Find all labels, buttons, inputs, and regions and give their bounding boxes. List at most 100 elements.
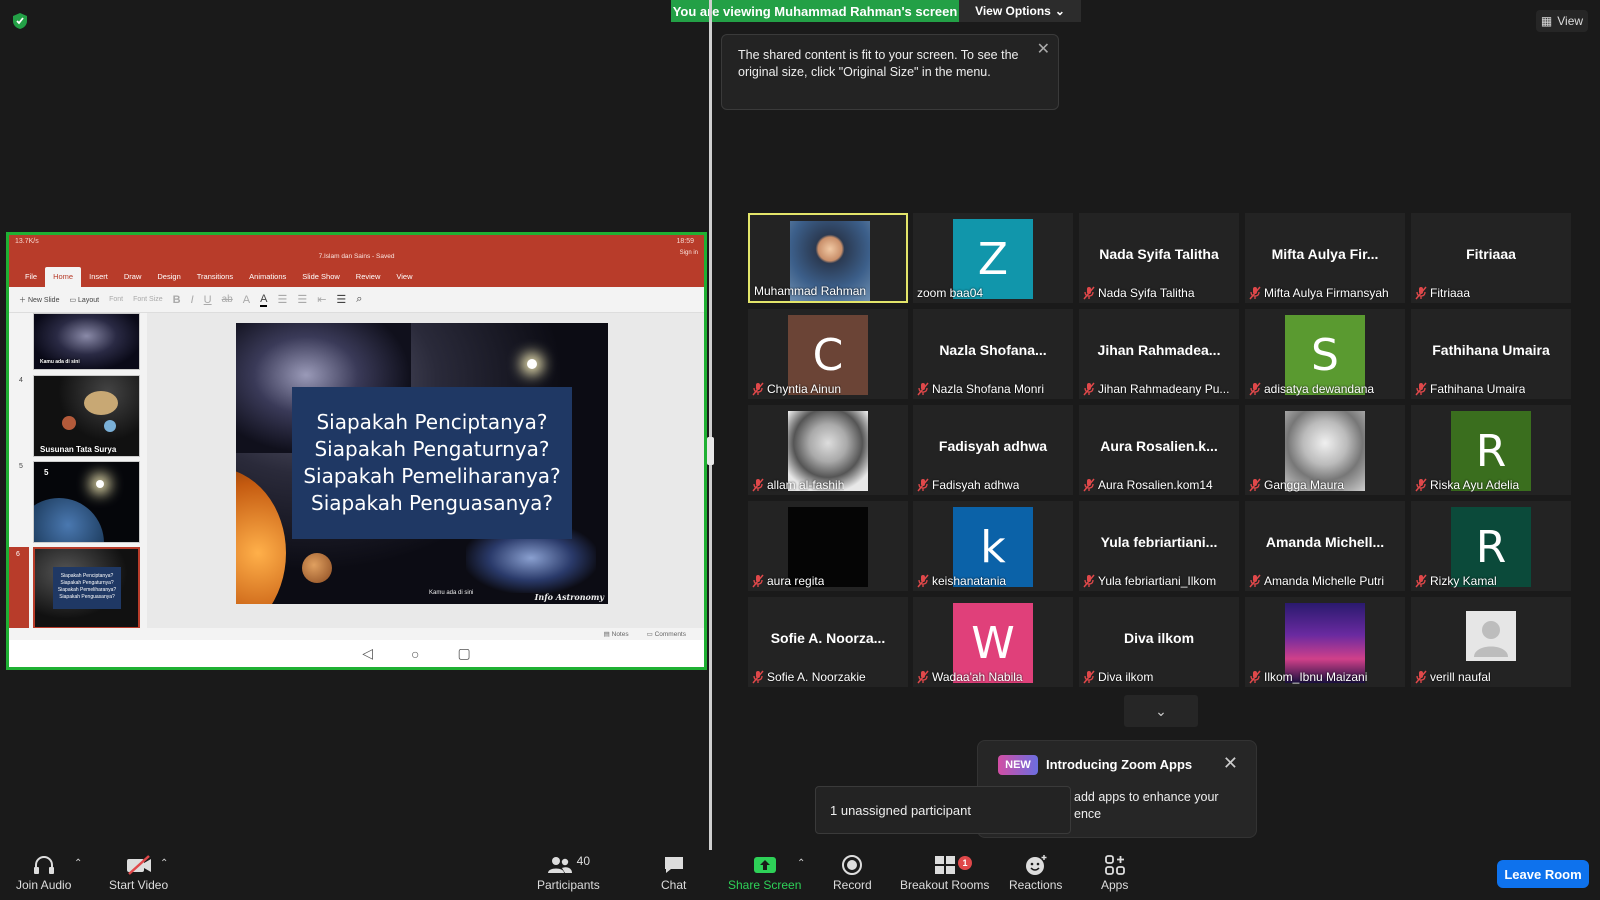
close-icon[interactable]: ✕ [1037, 41, 1050, 58]
participant-name: keishanatania [932, 574, 1007, 588]
participant-tile[interactable]: Nazla Shofana... Nazla Shofana Monri [913, 309, 1073, 399]
participant-name-label: Diva ilkom [1083, 670, 1153, 684]
participant-tile[interactable]: aura regita [748, 501, 908, 591]
participant-name: Nada Syifa Talitha [1098, 286, 1195, 300]
participant-tile[interactable]: verill naufal [1411, 597, 1571, 687]
participant-tile[interactable]: Fitriaaa Fitriaaa [1411, 213, 1571, 303]
reactions-button[interactable]: Reactions [1009, 852, 1062, 892]
default-avatar-icon [1466, 611, 1516, 661]
muted-microphone-icon [1415, 574, 1427, 588]
breakout-rooms-button[interactable]: Breakout Rooms [900, 852, 989, 892]
participant-name-label: Ilkom_Ibnu Maizani [1249, 670, 1367, 684]
thumbnail-caption: Susunan Tata Surya [40, 445, 117, 454]
chevron-up-icon[interactable]: ⌃ [74, 858, 82, 869]
participant-name: verill naufal [1430, 670, 1491, 684]
shield-icon[interactable] [12, 12, 28, 30]
muted-microphone-icon [752, 382, 764, 396]
participant-display-name: Fitriaaa [1466, 246, 1516, 262]
thumbnail-number: 6 [16, 551, 20, 558]
bold-icon: B [172, 293, 181, 306]
muted-microphone-icon [1249, 286, 1261, 300]
tab-transitions: Transitions [196, 272, 234, 281]
notes-label: Notes [611, 631, 629, 638]
next-page-button[interactable]: ⌄ [1124, 695, 1198, 727]
participant-name: Wadaa'ah Nabila [932, 670, 1023, 684]
participant-name: allam al-fashih [767, 478, 845, 492]
participant-display-name: Yula febriartiani... [1100, 534, 1218, 550]
participant-tile[interactable]: Sadisatya dewandana [1245, 309, 1405, 399]
muted-microphone-icon [752, 574, 764, 588]
participant-tile[interactable]: allam al-fashih [748, 405, 908, 495]
apps-popup-description: add apps to enhance your ence [1074, 789, 1219, 823]
chat-button[interactable]: Chat [661, 852, 686, 892]
slide-thumbnail: 5 [33, 461, 140, 543]
tab-slide-show: Slide Show [302, 272, 340, 281]
close-icon[interactable]: ✕ [1223, 753, 1238, 774]
participant-name-label: Muhammad Rahman [754, 284, 866, 298]
participant-name-label: Sofie A. Noorzakie [752, 670, 866, 684]
chevron-down-icon: ⌄ [1155, 702, 1167, 719]
leave-room-button[interactable]: Leave Room [1497, 860, 1589, 888]
record-button[interactable]: Record [833, 852, 872, 892]
participant-tile[interactable]: Fadisyah adhwa Fadisyah adhwa [913, 405, 1073, 495]
bullets-icon: ☰ [277, 294, 288, 306]
participant-name: Gangga Maura [1264, 478, 1345, 492]
participant-name: Yula febriartiani_Ilkom [1098, 574, 1217, 588]
join-audio-button[interactable]: Join Audio [16, 852, 71, 892]
participants-button[interactable]: 40 Participants [537, 852, 600, 892]
participant-tile[interactable]: Mifta Aulya Fir... Mifta Aulya Firmansyah [1245, 213, 1405, 303]
participant-name: Fathihana Umaira [1430, 382, 1526, 396]
view-options-label: View Options [975, 4, 1051, 18]
participant-tile[interactable]: Zzoom baa04 [913, 213, 1073, 303]
participant-tile[interactable]: Aura Rosalien.k... Aura Rosalien.kom14 [1079, 405, 1239, 495]
participant-tile[interactable]: Muhammad Rahman [748, 213, 908, 303]
participant-tile[interactable]: Yula febriartiani... Yula febriartiani_Il… [1079, 501, 1239, 591]
video-off-icon [125, 852, 153, 878]
participant-tile[interactable]: Fathihana Umaira Fathihana Umaira [1411, 309, 1571, 399]
muted-microphone-icon [1415, 670, 1427, 684]
phone-nav-bar: ◁ ○ ▢ [9, 640, 704, 667]
share-screen-button[interactable]: Share Screen [728, 852, 801, 892]
participant-tile[interactable]: R Rizky Kamal [1411, 501, 1571, 591]
participant-name-label: Riska Ayu Adelia [1415, 478, 1519, 492]
participant-tile[interactable]: Ilkom_Ibnu Maizani [1245, 597, 1405, 687]
thumbnail-number: 5 [19, 463, 23, 470]
apps-label: Apps [1101, 878, 1129, 892]
chat-icon [663, 852, 685, 878]
numbering-icon: ☰ [297, 294, 308, 306]
participant-tile[interactable]: Jihan Rahmadea... Jihan Rahmadeany Pu... [1079, 309, 1239, 399]
participant-tile[interactable]: C Chyntia Ainun [748, 309, 908, 399]
participant-name: aura regita [767, 574, 825, 588]
participant-tile[interactable]: W Wadaa'ah Nabila [913, 597, 1073, 687]
slide-line: Siapakah Penguasanya? [311, 491, 553, 515]
comments-button: ▭ Comments [646, 631, 686, 638]
view-options-button[interactable]: View Options ⌄ [959, 0, 1081, 22]
chevron-up-icon[interactable]: ⌃ [797, 858, 805, 869]
participant-tile[interactable]: Diva ilkom Diva ilkom [1079, 597, 1239, 687]
participant-display-name: Nada Syifa Talitha [1099, 246, 1219, 262]
participant-tile[interactable]: Nada Syifa Talitha Nada Syifa Talitha [1079, 213, 1239, 303]
participant-tile[interactable]: k keishanatania [913, 501, 1073, 591]
participant-name: Mifta Aulya Firmansyah [1264, 286, 1389, 300]
chevron-down-icon: ⌄ [1054, 4, 1065, 18]
divider-handle[interactable] [707, 437, 714, 465]
reactions-label: Reactions [1009, 878, 1063, 892]
phone-status-bar: 13.7K/s 18:59 [9, 235, 704, 247]
slide-thumbnail: Susunan Tata Surya [33, 375, 140, 457]
participant-tile[interactable]: Sofie A. Noorza... Sofie A. Noorzakie [748, 597, 908, 687]
apps-button[interactable]: Apps [1101, 852, 1128, 892]
participant-display-name: Mifta Aulya Fir... [1271, 246, 1379, 262]
view-layout-button[interactable]: ▦ View [1536, 10, 1588, 32]
split-divider[interactable] [709, 0, 712, 850]
thumbnail-caption: 5 [44, 468, 49, 477]
chevron-up-icon[interactable]: ⌃ [160, 858, 168, 869]
participant-tile[interactable]: Gangga Maura [1245, 405, 1405, 495]
comments-label: Comments [654, 631, 686, 638]
participant-tile[interactable]: Amanda Michell... Amanda Michelle Putri [1245, 501, 1405, 591]
start-video-label: Start Video [109, 878, 169, 892]
participants-count: 40 [576, 854, 591, 868]
participant-name-label: Wadaa'ah Nabila [917, 670, 1023, 684]
tab-file: File [25, 272, 38, 281]
participant-tile[interactable]: R Riska Ayu Adelia [1411, 405, 1571, 495]
participant-name-label: Chyntia Ainun [752, 382, 841, 396]
